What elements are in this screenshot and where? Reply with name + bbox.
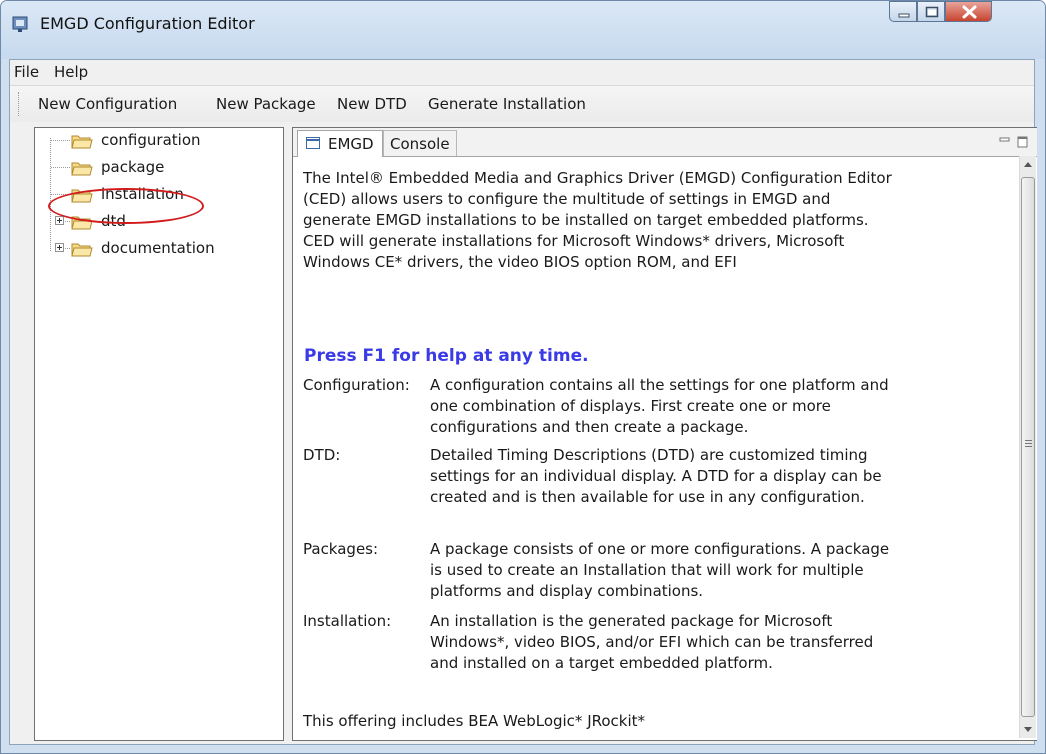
scroll-thumb[interactable] — [1021, 177, 1035, 717]
tree-connector — [51, 167, 70, 168]
tree-connector — [51, 140, 70, 141]
folder-icon — [71, 162, 93, 176]
app-icon[interactable] — [12, 15, 30, 33]
editor-tab-icon — [306, 137, 320, 149]
highlight-annotation-circle — [48, 188, 204, 224]
close-icon — [962, 5, 977, 19]
definition-term: Configuration: — [303, 376, 410, 394]
window-title: EMGD Configuration Editor — [40, 14, 255, 33]
new-configuration-button[interactable]: New Configuration — [38, 95, 177, 113]
new-package-button[interactable]: New Package — [216, 95, 316, 113]
definition-description: A configuration contains all the setting… — [430, 376, 889, 436]
toolbar-grip[interactable] — [18, 92, 22, 116]
menu-bar: File Help — [10, 60, 1034, 84]
maximize-view-icon[interactable] — [1017, 136, 1029, 148]
expand-icon[interactable] — [55, 216, 64, 225]
minimize-icon — [898, 13, 910, 18]
title-bar[interactable]: EMGD Configuration Editor — [1, 1, 1045, 59]
editor-panel: EMGD Console The Intel® Embedded Media a… — [292, 127, 1037, 741]
definition-term: Packages: — [303, 540, 379, 558]
help-hint: Press F1 for help at any time. — [304, 346, 589, 366]
definition-description: An installation is the generated package… — [430, 612, 874, 672]
menu-help[interactable]: Help — [54, 63, 88, 81]
new-dtd-button[interactable]: New DTD — [337, 95, 407, 113]
footer-note: This offering includes BEA WebLogic* JRo… — [303, 712, 646, 730]
minimize-button[interactable] — [889, 1, 917, 22]
menu-file[interactable]: File — [14, 63, 39, 81]
generate-installation-button[interactable]: Generate Installation — [428, 95, 586, 113]
definition-description: A package consists of one or more config… — [430, 540, 890, 600]
tree-panel[interactable]: configuration package installation dtd d… — [34, 127, 284, 741]
tab-label: Console — [390, 135, 450, 153]
tab-label: EMGD — [328, 135, 374, 153]
folder-icon — [71, 243, 93, 257]
vertical-scrollbar[interactable] — [1019, 156, 1036, 738]
definition-term: DTD: — [303, 446, 341, 464]
toolbar: New Configuration New Package New DTD Ge… — [10, 85, 1034, 122]
maximize-icon — [925, 6, 939, 18]
expand-icon[interactable] — [55, 243, 64, 252]
tab-emgd[interactable]: EMGD — [297, 130, 383, 157]
tree-item-label: package — [101, 158, 165, 176]
definition-description: Detailed Timing Descriptions (DTD) are c… — [430, 446, 882, 506]
definition-term: Installation: — [303, 612, 392, 630]
tree-item-label: documentation — [101, 239, 215, 257]
tab-strip: EMGD Console — [293, 128, 1037, 157]
folder-icon — [71, 135, 93, 149]
tab-console[interactable]: Console — [383, 130, 457, 156]
close-button[interactable] — [945, 1, 992, 22]
maximize-button[interactable] — [917, 1, 945, 22]
scroll-down-arrow-icon[interactable] — [1020, 721, 1036, 738]
minimize-view-icon[interactable] — [999, 136, 1011, 146]
application-window: EMGD Configuration Editor File Help New … — [0, 0, 1046, 754]
client-area: File Help New Configuration New Package … — [9, 59, 1037, 745]
scroll-thumb-grip-icon — [1025, 440, 1032, 447]
intro-paragraph: The Intel® Embedded Media and Graphics D… — [303, 169, 892, 271]
tree-item-label: configuration — [101, 131, 201, 149]
scroll-up-arrow-icon[interactable] — [1020, 156, 1036, 173]
